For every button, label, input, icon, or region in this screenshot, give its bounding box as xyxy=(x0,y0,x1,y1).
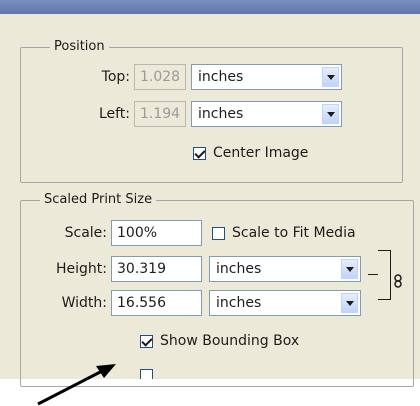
annotation-arrow-icon xyxy=(37,364,116,406)
